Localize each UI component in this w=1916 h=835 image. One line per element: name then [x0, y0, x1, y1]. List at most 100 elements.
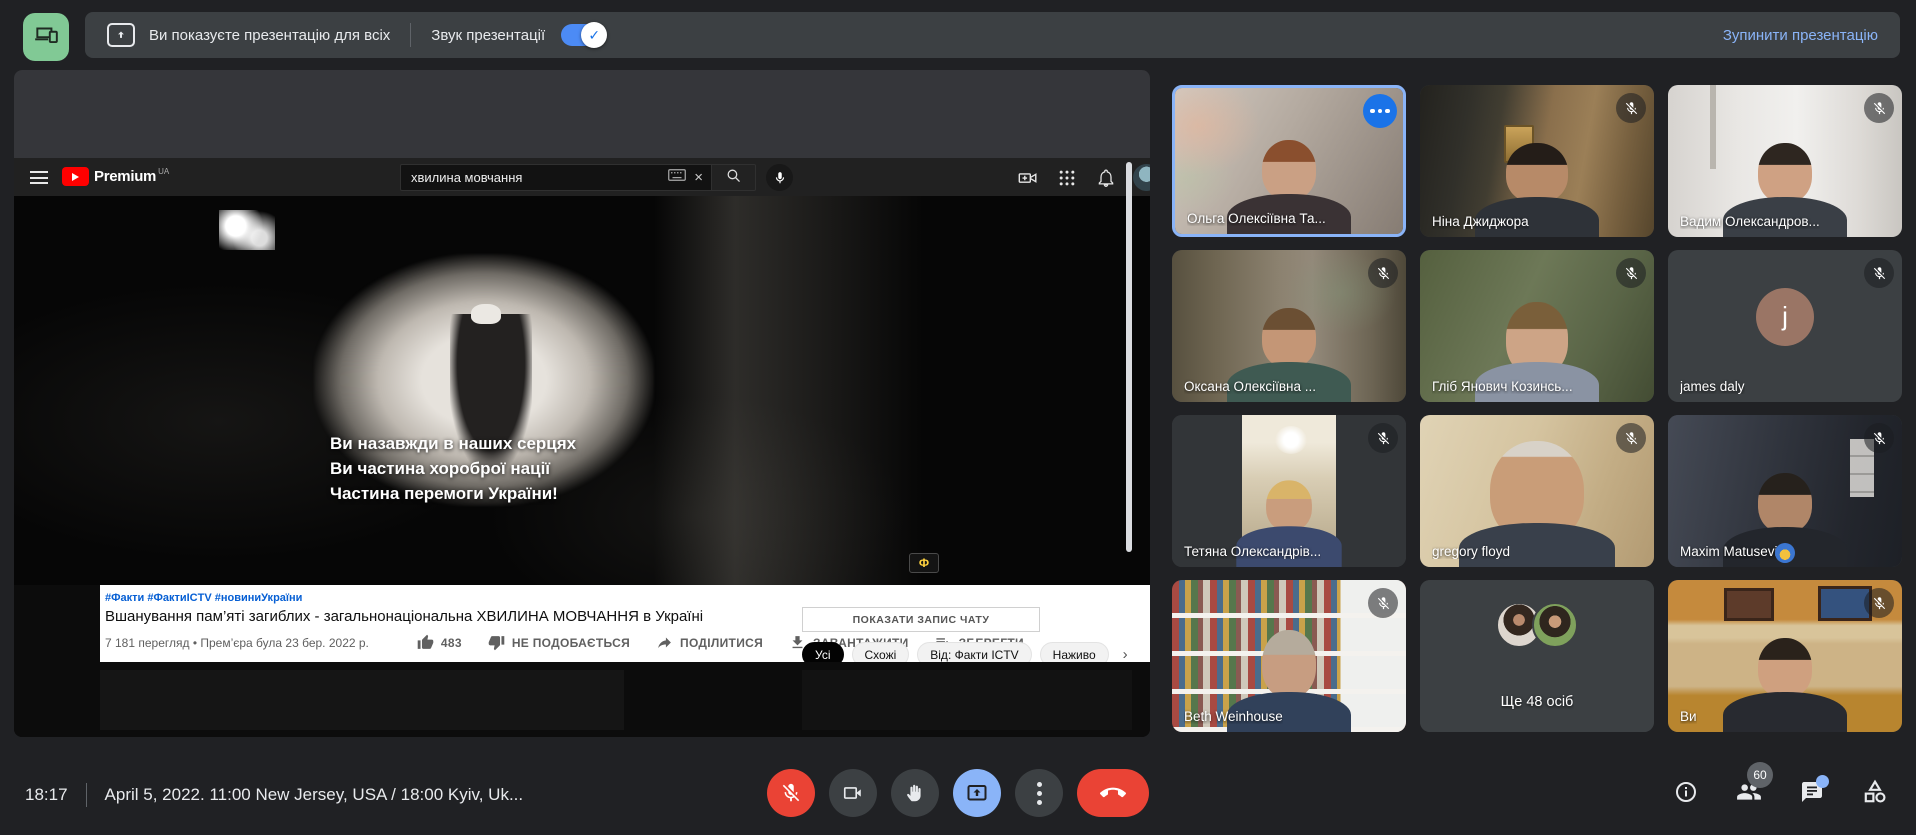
youtube-logo-icon[interactable]: Premium UA: [62, 167, 169, 186]
chips-more-icon[interactable]: ›: [1123, 646, 1128, 663]
scrollbar[interactable]: [1126, 162, 1132, 552]
participant-tile[interactable]: Гліб Янович Козинсь...: [1420, 250, 1654, 402]
shared-screen-stage[interactable]: Premium UA ×: [14, 70, 1150, 737]
participant-name: Ніна Джиджора: [1432, 214, 1529, 229]
dislike-label: НЕ ПОДОБАЄТЬСЯ: [512, 636, 630, 650]
search-input[interactable]: [411, 170, 668, 185]
mic-off-icon: [1864, 588, 1894, 618]
share-button[interactable]: ПОДІЛИТИСЯ: [656, 634, 763, 651]
mic-off-icon: [1368, 588, 1398, 618]
chat-button[interactable]: [1799, 779, 1825, 805]
participant-tile[interactable]: j james daly: [1668, 250, 1902, 402]
participant-tile[interactable]: Beth Weinhouse: [1172, 580, 1406, 732]
share-label: ПОДІЛИТИСЯ: [680, 636, 763, 650]
video-paint-smudge: [219, 210, 275, 250]
participant-name: Ще 48 осіб: [1501, 694, 1574, 710]
present-notice-text: Ви показуєте презентацію для всіх: [149, 27, 390, 44]
presentation-sound-label: Звук презентації: [431, 27, 545, 44]
page-below-fold: [14, 662, 1150, 737]
participant-name: Тетяна Олександрів...: [1184, 544, 1321, 559]
voice-search-button[interactable]: [766, 164, 793, 191]
search-button[interactable]: [712, 164, 756, 191]
info-button[interactable]: [1673, 779, 1699, 805]
present-arrow-icon: [107, 23, 135, 47]
top-bar: Ви показуєте презентацію для всіх Звук п…: [0, 0, 1916, 64]
search-icon: [725, 167, 742, 189]
more-options-button[interactable]: [1015, 769, 1063, 817]
toggle-check-icon: ✓: [581, 22, 607, 48]
avatar: j: [1756, 288, 1814, 346]
below-content-block: [100, 670, 624, 730]
activities-button[interactable]: [1862, 779, 1888, 805]
stop-presentation-button[interactable]: Зупинити презентацію: [1723, 27, 1878, 44]
presentation-sound-toggle[interactable]: ✓: [561, 24, 605, 46]
clear-search-icon[interactable]: ×: [694, 169, 703, 186]
search-box: ×: [400, 164, 712, 191]
participant-name: james daly: [1680, 379, 1745, 394]
below-content-block: [802, 670, 1132, 730]
call-controls: [767, 769, 1149, 817]
keyboard-icon[interactable]: [668, 168, 686, 187]
participant-name: Ви: [1680, 709, 1697, 724]
browser-chrome-area: [14, 70, 1150, 158]
participant-name: Вадим Олександров...: [1680, 214, 1820, 229]
tile-more-options-icon[interactable]: [1363, 94, 1397, 128]
raise-hand-button[interactable]: [891, 769, 939, 817]
video-hashtags[interactable]: #Факти #ФактиICTV #новиниУкраїни: [105, 592, 1061, 604]
participant-tile[interactable]: Ніна Джиджора: [1420, 85, 1654, 237]
meet-bottom-bar: 18:17 April 5, 2022. 11:00 New Jersey, U…: [0, 755, 1916, 835]
participant-tile[interactable]: Maxim Matusevich: [1668, 415, 1902, 567]
participant-name: Оксана Олексіївна ...: [1184, 379, 1316, 394]
people-button[interactable]: 60: [1736, 779, 1762, 805]
participant-tile[interactable]: Ольга Олексіївна Та...: [1172, 85, 1406, 237]
camera-button[interactable]: [829, 769, 877, 817]
video-info-section: #Факти #ФактиICTV #новиниУкраїни Вшанува…: [14, 585, 1150, 662]
avatar: [1532, 602, 1578, 648]
show-chat-log-button[interactable]: ПОКАЗАТИ ЗАПИС ЧАТУ: [802, 607, 1040, 632]
like-count: 483: [441, 636, 462, 650]
more-options-icon: [1037, 782, 1042, 805]
video-caption: Ви назавжди в наших серцях Ви частина хо…: [330, 432, 576, 507]
participant-tile[interactable]: Тетяна Олександрів...: [1172, 415, 1406, 567]
apps-grid-icon[interactable]: [1055, 166, 1079, 190]
avatar[interactable]: [1133, 164, 1150, 191]
presentation-banner: Ви показуєте презентацію для всіх Звук п…: [85, 12, 1900, 58]
mic-off-icon: [1368, 423, 1398, 453]
mic-off-icon: [1864, 423, 1894, 453]
mini-avatar: [1775, 543, 1795, 563]
meeting-title: April 5, 2022. 11:00 New Jersey, USA / 1…: [105, 785, 524, 805]
video-player[interactable]: Ви назавжди в наших серцях Ви частина хо…: [14, 196, 1150, 585]
participant-tile[interactable]: Ви: [1668, 580, 1902, 732]
mic-off-icon: [1616, 93, 1646, 123]
overflow-avatars: [1496, 602, 1578, 648]
youtube-header: Premium UA ×: [14, 158, 1150, 196]
mic-off-button[interactable]: [767, 769, 815, 817]
participant-name: Гліб Янович Козинсь...: [1432, 379, 1573, 394]
menu-icon[interactable]: [30, 171, 48, 184]
create-video-icon[interactable]: [1016, 166, 1040, 190]
present-button[interactable]: [953, 769, 1001, 817]
chat-notification-dot: [1816, 775, 1829, 788]
video-wall-art: [654, 196, 924, 585]
video-chef-hat: [471, 304, 501, 324]
mic-off-icon: [1368, 258, 1398, 288]
like-button[interactable]: 483: [417, 634, 462, 651]
participant-tile[interactable]: Вадим Олександров...: [1668, 85, 1902, 237]
end-call-button[interactable]: [1077, 769, 1149, 817]
mic-off-icon: [1864, 93, 1894, 123]
letterbox-column: [14, 585, 100, 662]
panel-controls: 60: [1673, 779, 1888, 805]
bell-icon[interactable]: [1094, 166, 1118, 190]
participant-tile[interactable]: gregory floyd: [1420, 415, 1654, 567]
youtube-logo-text: Premium: [94, 167, 156, 186]
clock-time: 18:17: [25, 785, 68, 805]
share-screen-button[interactable]: [23, 13, 69, 61]
devices-share-icon: [33, 22, 59, 53]
dislike-button[interactable]: НЕ ПОДОБАЄТЬСЯ: [488, 634, 630, 651]
participant-tile[interactable]: Оксана Олексіївна ...: [1172, 250, 1406, 402]
video-stats: 7 181 перегляд • Прем’єра була 23 бер. 2…: [105, 636, 369, 650]
participant-tile[interactable]: Ще 48 осіб: [1420, 580, 1654, 732]
person-silhouette: [1725, 642, 1845, 732]
participant-name: Ольга Олексіївна Та...: [1187, 211, 1326, 226]
participants-count-badge: 60: [1747, 762, 1773, 788]
